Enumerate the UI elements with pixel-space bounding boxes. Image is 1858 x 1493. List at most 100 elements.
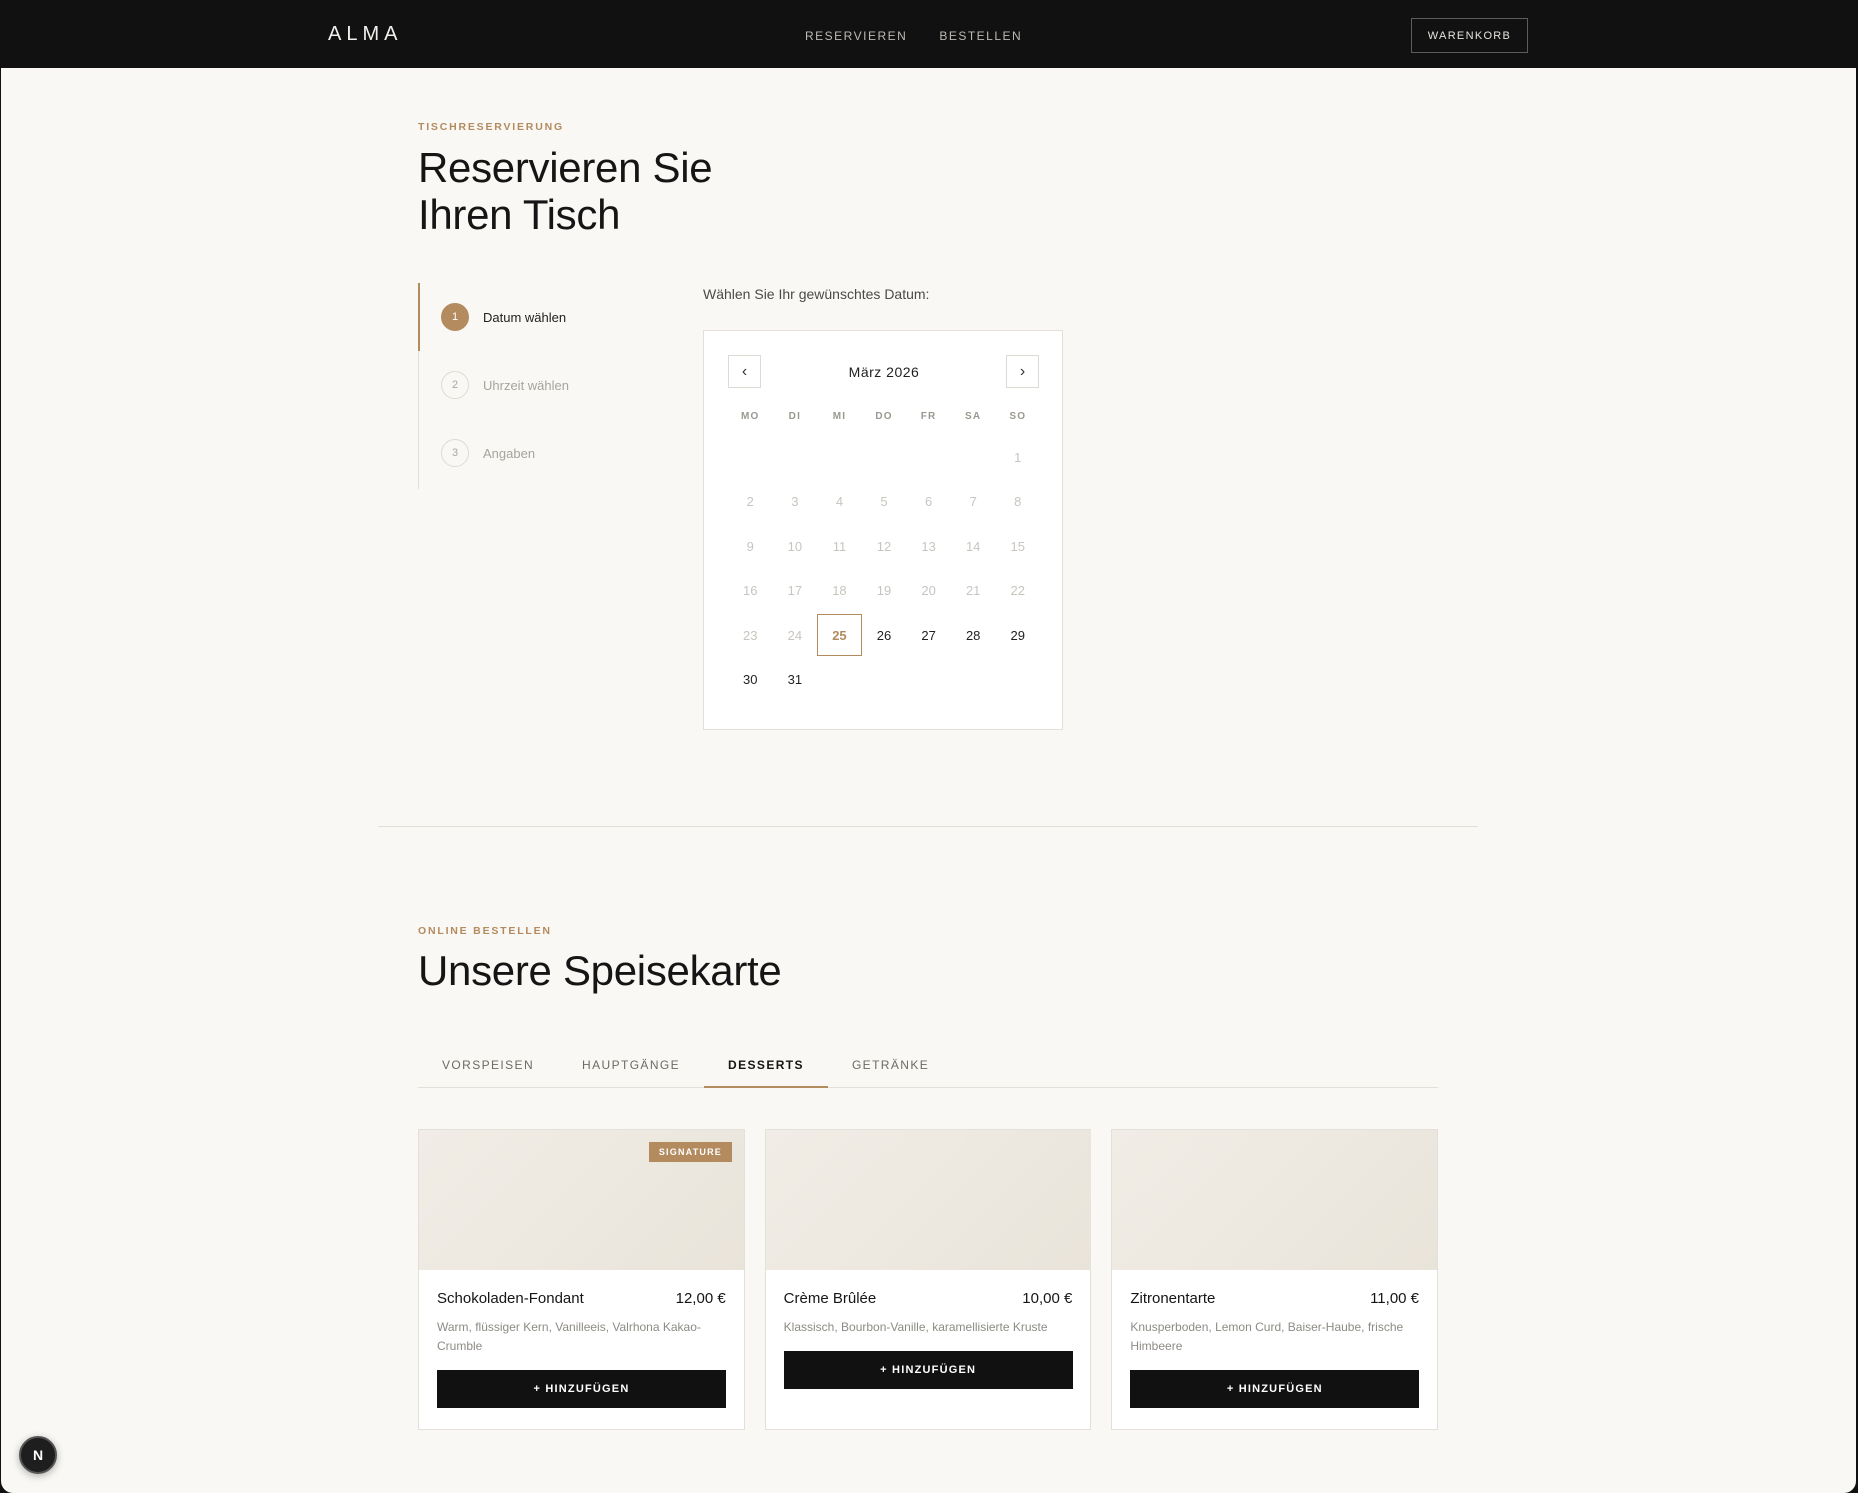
- nav-link-reservieren[interactable]: RESERVIEREN: [805, 29, 907, 43]
- step-date[interactable]: 1 Datum wählen: [418, 283, 638, 351]
- tab-getränke[interactable]: GETRÄNKE: [828, 1043, 953, 1087]
- calendar-empty-cell: [817, 659, 862, 701]
- calendar-week-row: 23 24 25 26 27 28 29: [728, 614, 1040, 659]
- chevron-right-icon: ›: [1019, 362, 1026, 380]
- menu-item-name: Zitronentarte: [1130, 1290, 1216, 1307]
- step-number: 1: [441, 303, 469, 331]
- step-number: 3: [441, 439, 469, 467]
- calendar-week-row: 2 3 4 5 6 7 8: [728, 481, 1040, 526]
- dev-indicator-button[interactable]: N: [19, 1436, 57, 1474]
- calendar-day[interactable]: 29: [995, 614, 1040, 656]
- calendar-day: 11: [832, 538, 847, 554]
- menu-item-price: 10,00 €: [1022, 1290, 1073, 1307]
- weekday-label: DO: [875, 411, 893, 422]
- calendar-day: 17: [787, 583, 803, 599]
- menu-title: Unsere Speisekarte: [418, 947, 782, 994]
- calendar-day: 3: [791, 494, 799, 510]
- date-prompt: Wählen Sie Ihr gewünschtes Datum:: [703, 286, 930, 302]
- calendar-empty-cell: [951, 659, 996, 701]
- menu-item-image: SIGNATURE: [419, 1130, 744, 1270]
- calendar-day[interactable]: 26: [862, 614, 907, 656]
- calendar-week-row: 9 10 11 12 13 14 15: [728, 525, 1040, 570]
- menu-item-price: 12,00 €: [675, 1290, 726, 1307]
- calendar-day: 2: [746, 494, 754, 510]
- logo[interactable]: ALMA: [328, 23, 402, 46]
- calendar-day[interactable]: 31: [773, 659, 818, 701]
- calendar-day: 22: [1010, 583, 1025, 599]
- step-label: Angaben: [483, 445, 536, 461]
- calendar-empty-cell: [906, 659, 951, 701]
- menu-item-description: Knusperboden, Lemon Curd, Baiser-Haube, …: [1130, 1320, 1404, 1353]
- menu-item-name: Crème Brûlée: [783, 1290, 877, 1307]
- calendar-day: 1: [1014, 449, 1022, 465]
- menu-item-image: [765, 1130, 1091, 1270]
- menu-item-card: SIGNATURE Schokoladen-Fondant 12,00 € Warm,…: [418, 1129, 745, 1430]
- calendar-day-selected[interactable]: 25: [817, 614, 862, 657]
- calendar-week-row: 30 31: [728, 659, 1040, 704]
- cart-button[interactable]: WARENKORB: [1411, 18, 1528, 53]
- menu-item-card: Crème Brûlée 10,00 € Klassisch, Bourbon-Va…: [764, 1129, 1092, 1430]
- calendar-days: 1 2 3 4 5 6 7 8 9 10 11 12 13 14 15 16 17 18 19 20 21 22 23 24 2…: [728, 436, 1040, 704]
- calendar-day: 5: [880, 494, 888, 510]
- weekday-label: FR: [920, 411, 937, 422]
- calendar-week-row: 16 17 18 19 20 21 22: [728, 570, 1040, 615]
- calendar-empty-cell: [728, 436, 773, 478]
- add-to-cart-button[interactable]: + HINZUFÜGEN: [783, 1351, 1073, 1389]
- tab-desserts[interactable]: DESSERTS: [704, 1043, 828, 1088]
- site-header: ALMA RESERVIEREN BESTELLEN WARENKORB: [1, 1, 1856, 68]
- nav-link-bestellen[interactable]: BESTELLEN: [939, 29, 1022, 43]
- calendar-week-row: 1: [728, 436, 1040, 481]
- calendar-day[interactable]: 30: [728, 659, 773, 701]
- main-nav: RESERVIEREN BESTELLEN: [805, 29, 1022, 43]
- calendar-day: 24: [787, 627, 803, 643]
- page: ALMA RESERVIEREN BESTELLEN WARENKORB TIS…: [1, 1, 1856, 1493]
- weekday-label: MI: [832, 411, 847, 422]
- weekday-label: SO: [1009, 411, 1027, 422]
- step-time[interactable]: 2 Uhrzeit wählen: [419, 351, 639, 419]
- reservation-title: Reservieren Sie Ihren Tisch: [418, 144, 713, 238]
- reservation-steps: 1 Datum wählen 2 Uhrzeit wählen 3 Angabe…: [418, 283, 618, 489]
- calendar-day: 20: [921, 583, 936, 599]
- calendar-day: 19: [876, 583, 892, 599]
- weekday-header: MO DI MI DO FR SA SO: [728, 411, 1040, 422]
- calendar-day: 6: [924, 494, 933, 510]
- calendar-day[interactable]: 27: [906, 614, 951, 656]
- calendar-empty-cell: [862, 659, 907, 701]
- calendar-day: 8: [1014, 494, 1022, 510]
- calendar-day: 9: [746, 538, 754, 554]
- step-label: Uhrzeit wählen: [483, 377, 569, 393]
- calendar-day: 13: [921, 538, 936, 554]
- calendar-empty-cell: [906, 436, 951, 478]
- section-divider: [378, 826, 1478, 827]
- menu-item-price: 11,00 €: [1370, 1290, 1420, 1307]
- signature-badge: SIGNATURE: [648, 1142, 732, 1162]
- calendar-day[interactable]: 28: [951, 614, 996, 656]
- tab-vorspeisen[interactable]: VORSPEISEN: [418, 1043, 558, 1087]
- calendar-grid: MO DI MI DO FR SA SO 1 2 3 4 5 6 7 8 9 10 11 12 13 14 15 16 17…: [728, 411, 1040, 704]
- menu-item-description: Klassisch, Bourbon-Vanille, karamellisie…: [783, 1320, 1048, 1334]
- menu-item-description: Warm, flüssiger Kern, Vanilleeis, Valrho…: [437, 1320, 701, 1353]
- calendar-day: 16: [743, 583, 758, 599]
- menu-item-name: Schokoladen-Fondant: [437, 1290, 584, 1307]
- calendar-day: 18: [832, 583, 847, 599]
- weekday-label: DI: [788, 411, 802, 422]
- calendar-empty-cell: [995, 659, 1040, 701]
- calendar-empty-cell: [951, 436, 996, 478]
- add-to-cart-button[interactable]: + HINZUFÜGEN: [1130, 1370, 1420, 1408]
- reservation-title-line1: Reservieren Sie: [418, 144, 713, 191]
- calendar-day: 23: [743, 627, 758, 643]
- calendar-empty-cell: [817, 436, 862, 478]
- menu-items: SIGNATURE Schokoladen-Fondant 12,00 € Warm,…: [418, 1129, 1439, 1430]
- next-month-button[interactable]: ›: [1006, 355, 1039, 388]
- menu-eyebrow: ONLINE BESTELLEN: [418, 925, 552, 937]
- reservation-title-line2: Ihren Tisch: [418, 191, 621, 238]
- tab-hauptgänge[interactable]: HAUPTGÄNGE: [558, 1043, 704, 1087]
- calendar-day: 7: [969, 494, 977, 510]
- calendar-day: 10: [787, 538, 803, 554]
- calendar-day: 15: [1010, 538, 1025, 554]
- calendar-day: 12: [876, 538, 892, 554]
- add-to-cart-button[interactable]: + HINZUFÜGEN: [437, 1370, 726, 1408]
- calendar-empty-cell: [773, 436, 818, 478]
- step-details[interactable]: 3 Angaben: [419, 419, 639, 487]
- menu-item-card: Zitronentarte 11,00 € Knusperboden, Lemon …: [1111, 1129, 1439, 1430]
